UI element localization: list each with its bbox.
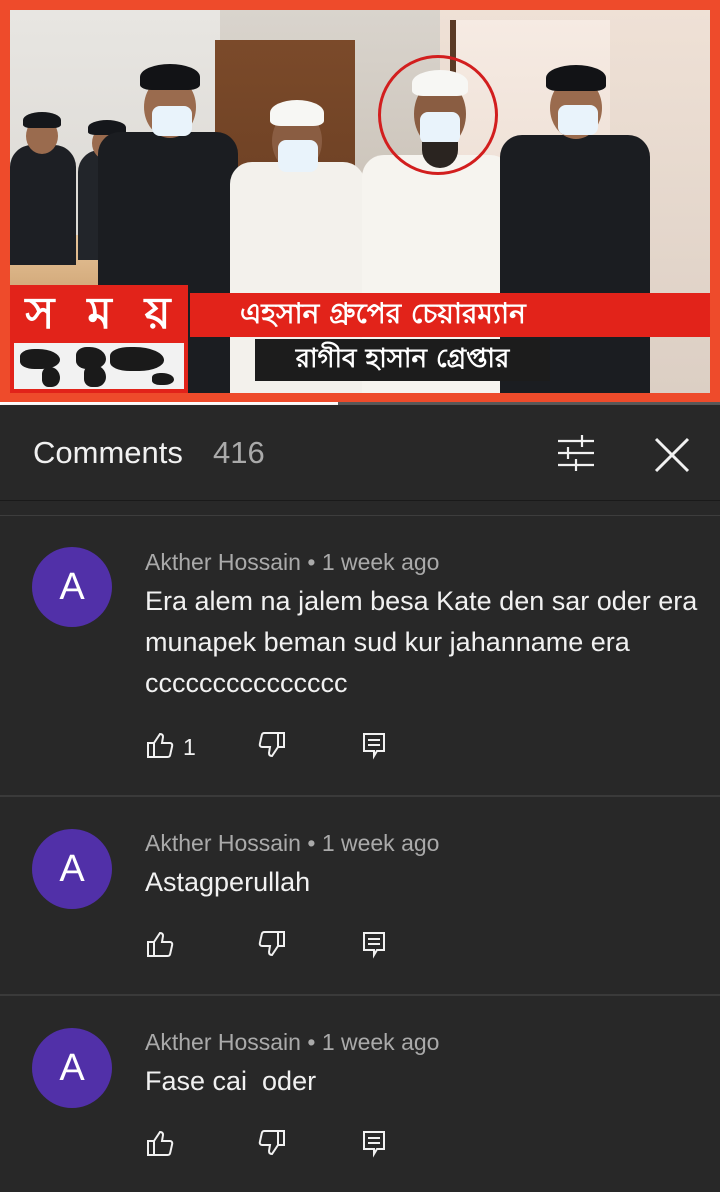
comment-actions bbox=[145, 929, 445, 963]
news-headline: এহসান গ্রুপের চেয়ারম্যান bbox=[190, 293, 710, 337]
reply-button[interactable] bbox=[359, 730, 389, 764]
dislike-button[interactable] bbox=[257, 730, 287, 764]
dislike-button[interactable] bbox=[257, 929, 287, 963]
news-lower-third: স ম য় এহসান গ্রুপের চেয়ারম্যান রাগীব হ… bbox=[10, 285, 710, 393]
thumbs-up-icon bbox=[145, 929, 175, 964]
logo-letter: স bbox=[25, 287, 57, 339]
comment-meta: Akther Hossain • 1 week ago bbox=[145, 1029, 439, 1056]
like-button[interactable] bbox=[145, 1128, 183, 1162]
comments-divider bbox=[0, 501, 720, 516]
like-button[interactable] bbox=[145, 929, 183, 963]
comment-actions: 1 bbox=[145, 730, 445, 764]
comment-author[interactable]: Akther Hossain bbox=[145, 830, 301, 856]
thumbs-down-icon bbox=[257, 929, 287, 964]
thumbs-down-icon bbox=[257, 730, 287, 765]
video-thumbnail: স ম য় এহসান গ্রুপের চেয়ারম্যান রাগীব হ… bbox=[10, 10, 710, 393]
reply-button[interactable] bbox=[359, 929, 389, 963]
comments-title: Comments bbox=[33, 435, 183, 470]
meta-separator: • bbox=[307, 1029, 322, 1055]
close-icon[interactable] bbox=[648, 431, 696, 479]
person-officer-background bbox=[10, 110, 80, 265]
comment-time: 1 week ago bbox=[321, 549, 440, 575]
news-subline: রাগীব হাসান গ্রেপ্তার bbox=[255, 339, 550, 381]
comment-text: Astagperullah bbox=[145, 867, 311, 897]
like-count: 1 bbox=[183, 733, 196, 760]
reply-button[interactable] bbox=[359, 1128, 389, 1162]
comment-item: A Akther Hossain • 1 week ago Era alem n… bbox=[0, 517, 720, 797]
comment-text: Fase cai oder bbox=[145, 1066, 317, 1096]
meta-separator: • bbox=[307, 549, 322, 575]
avatar[interactable]: A bbox=[32, 829, 112, 909]
comment-meta: Akther Hossain • 1 week ago bbox=[145, 830, 439, 857]
reply-icon bbox=[359, 929, 389, 964]
highlight-circle bbox=[378, 55, 498, 175]
comments-header: Comments 416 bbox=[0, 405, 720, 501]
channel-logo: স ম য় bbox=[10, 285, 188, 393]
comment-author[interactable]: Akther Hossain bbox=[145, 1029, 301, 1055]
comment-item: A Akther Hossain • 1 week ago Astagperul… bbox=[0, 797, 720, 996]
reply-icon bbox=[359, 1128, 389, 1163]
like-button[interactable]: 1 bbox=[145, 730, 196, 764]
dislike-button[interactable] bbox=[257, 1128, 287, 1162]
reply-icon bbox=[359, 730, 389, 765]
comments-count: 416 bbox=[213, 435, 265, 470]
comment-time: 1 week ago bbox=[321, 1029, 440, 1055]
avatar[interactable]: A bbox=[32, 547, 112, 627]
thumbs-up-icon bbox=[145, 730, 175, 765]
video-player[interactable]: স ম য় এহসান গ্রুপের চেয়ারম্যান রাগীব হ… bbox=[0, 0, 720, 405]
meta-separator: • bbox=[307, 830, 322, 856]
comment-actions bbox=[145, 1128, 445, 1162]
sort-filter-icon[interactable] bbox=[552, 431, 600, 475]
comment-author[interactable]: Akther Hossain bbox=[145, 549, 301, 575]
avatar[interactable]: A bbox=[32, 1028, 112, 1108]
thumbs-up-icon bbox=[145, 1128, 175, 1163]
comment-meta: Akther Hossain • 1 week ago bbox=[145, 549, 439, 576]
comment-item: A Akther Hossain • 1 week ago Fase cai o… bbox=[0, 996, 720, 1192]
logo-letter: ম bbox=[87, 287, 114, 339]
world-map-graphic bbox=[14, 343, 184, 389]
comment-text: Era alem na jalem besa Kate den sar oder… bbox=[145, 586, 698, 698]
logo-letter: য় bbox=[144, 287, 173, 339]
thumbs-down-icon bbox=[257, 1128, 287, 1163]
comment-time: 1 week ago bbox=[321, 830, 440, 856]
